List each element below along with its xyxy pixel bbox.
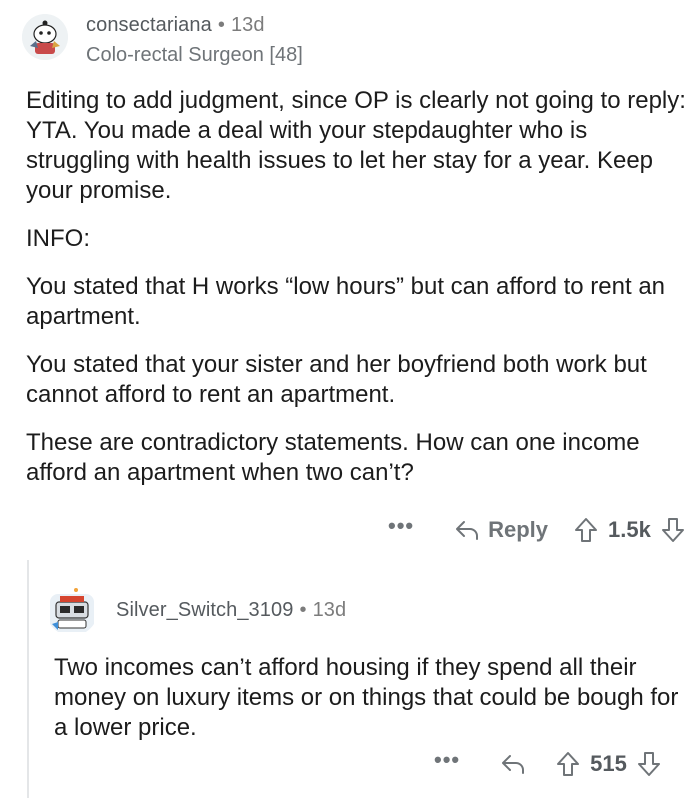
comment-body: Two incomes can’t afford housing if they… [54, 653, 684, 761]
downvote-icon[interactable] [637, 751, 661, 777]
comment-paragraph: Editing to add judgment, since OP is cle… [26, 87, 686, 204]
separator-dot: • [217, 14, 225, 36]
comment-paragraph: You stated that your sister and her boyf… [26, 351, 647, 408]
robot-avatar-icon [50, 588, 94, 632]
vote-score: 1.5k [608, 517, 651, 542]
vote-score: 515 [590, 751, 627, 776]
comment-actions: ••• Reply 1.5k [388, 513, 685, 543]
reply-icon[interactable] [454, 519, 480, 541]
upvote-icon[interactable] [574, 517, 598, 543]
user-avatar[interactable] [46, 584, 98, 636]
comment-body: Editing to add judgment, since OP is cle… [26, 86, 686, 506]
username[interactable]: Silver_Switch_3109 [116, 599, 293, 621]
comment-consectariana: consectariana • 13d Colo-rectal Surgeon [4… [0, 0, 700, 560]
comment-paragraph: You stated that H works “low hours” but … [26, 273, 666, 330]
comment-header: Silver_Switch_3109 • 13d [116, 599, 346, 622]
user-flair: Colo-rectal Surgeon [48] [86, 44, 303, 66]
reply-icon[interactable] [500, 753, 526, 775]
more-options-button[interactable]: ••• [434, 747, 460, 773]
username[interactable]: consectariana [86, 14, 212, 36]
user-avatar[interactable] [22, 14, 68, 60]
upvote-icon[interactable] [556, 751, 580, 777]
separator-dot: • [299, 599, 307, 621]
comment-age: 13d [312, 599, 347, 621]
comment-paragraph: Two incomes can’t afford housing if they… [54, 654, 679, 741]
comment-age: 13d [230, 14, 265, 36]
comment-header: consectariana • 13d [86, 14, 265, 37]
downvote-icon[interactable] [661, 517, 685, 543]
comment-actions: ••• 515 [434, 747, 661, 777]
more-options-button[interactable]: ••• [388, 513, 414, 539]
snoo-avatar-icon [22, 14, 68, 60]
reply-button[interactable]: Reply [488, 517, 548, 543]
comment-paragraph: INFO: [26, 225, 90, 252]
comment-paragraph: These are contradictory statements. How … [26, 429, 640, 486]
